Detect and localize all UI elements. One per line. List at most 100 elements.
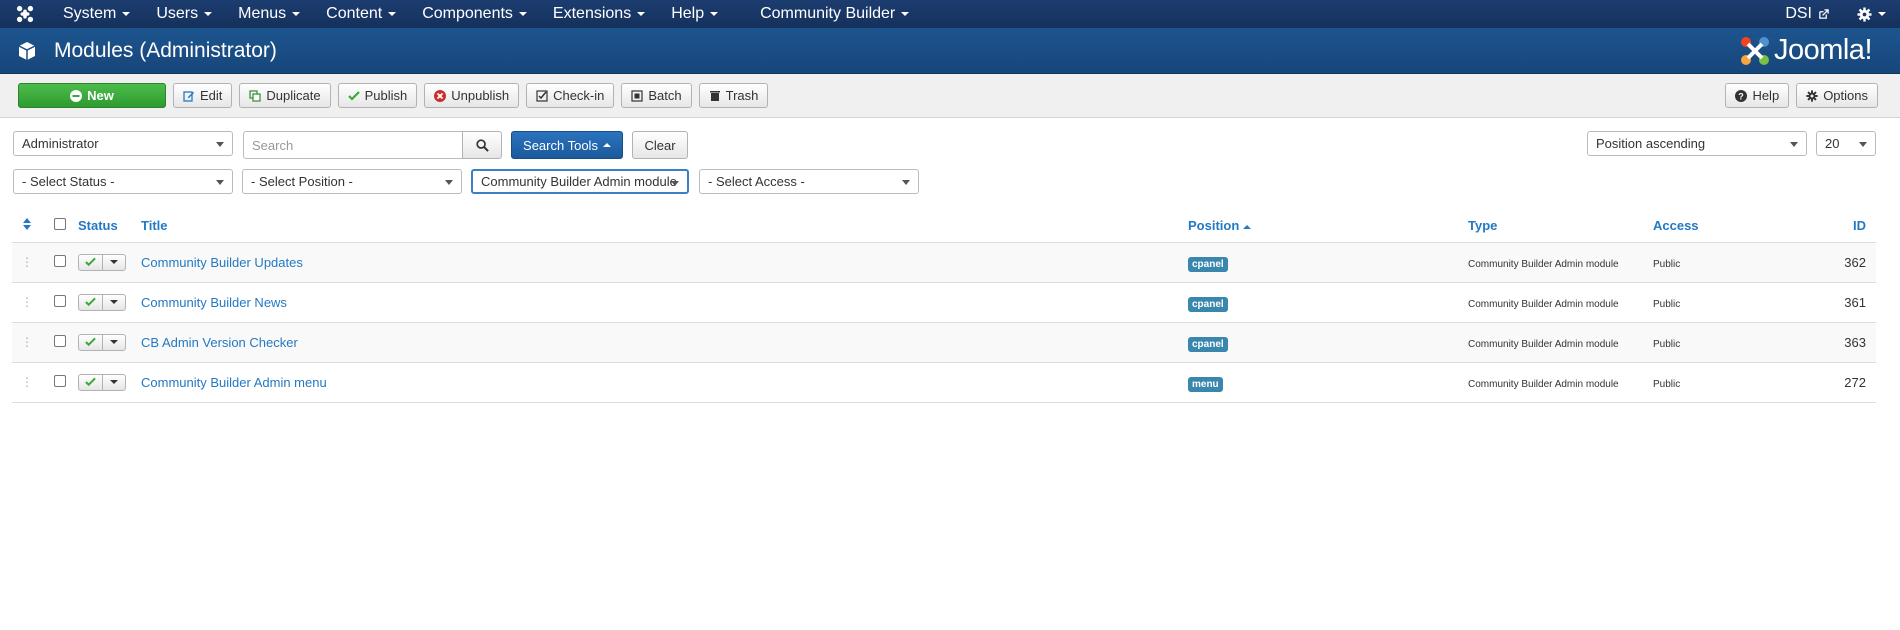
drag-handle-icon[interactable]: ⋮ <box>12 242 42 283</box>
limit-select[interactable]: 20 <box>1816 131 1876 156</box>
clear-button[interactable]: Clear <box>632 131 688 159</box>
help-button[interactable]: ? Help <box>1725 83 1790 108</box>
published-check-icon[interactable] <box>79 374 103 390</box>
menu-components-label: Components <box>422 5 513 22</box>
options-label: Options <box>1823 88 1868 103</box>
status-toggle[interactable] <box>78 253 126 271</box>
brand-text: Joomla! <box>1773 34 1873 66</box>
publish-label: Publish <box>364 88 408 103</box>
menu-users[interactable]: Users <box>143 0 225 28</box>
caret-down-icon <box>1878 12 1886 16</box>
ordering-header[interactable] <box>12 210 42 243</box>
limit-select-value: 20 <box>1825 136 1840 151</box>
status-cell <box>78 362 141 403</box>
module-access: Public <box>1653 258 1681 270</box>
trash-button[interactable]: Trash <box>698 83 769 108</box>
title-header-label: Title <box>141 218 168 234</box>
type-header[interactable]: Type <box>1468 210 1653 243</box>
options-button[interactable]: Options <box>1796 83 1878 108</box>
joomla-brand-icon <box>1740 36 1769 65</box>
published-check-icon[interactable] <box>79 294 103 310</box>
edit-icon <box>183 90 194 102</box>
menu-extensions[interactable]: Extensions <box>540 0 658 28</box>
table-row: ⋮ CB Admin Version Checker cpanel Commun… <box>12 322 1876 363</box>
module-type: Community Builder Admin module <box>1468 338 1619 350</box>
position-filter[interactable]: - Select Position - <box>242 169 462 194</box>
menu-community-builder[interactable]: Community Builder <box>747 0 922 28</box>
module-filter[interactable]: Community Builder Admin module <box>471 169 689 194</box>
caret-down-icon <box>292 12 301 16</box>
row-checkbox[interactable] <box>54 294 66 307</box>
title-header[interactable]: Title <box>141 210 1188 243</box>
module-type: Community Builder Admin module <box>1468 298 1619 310</box>
unpublish-button[interactable]: Unpublish <box>424 83 520 108</box>
row-checkbox[interactable] <box>54 334 66 347</box>
status-header-label: Status <box>78 218 118 234</box>
batch-button[interactable]: Batch <box>621 83 692 108</box>
caret-down-icon <box>204 12 213 16</box>
drag-handle-icon[interactable]: ⋮ <box>12 322 42 363</box>
ordering-select[interactable]: Position ascending <box>1587 131 1807 156</box>
user-link[interactable]: DSI <box>1771 0 1843 28</box>
sort-icon <box>23 218 31 231</box>
module-filter-value: Community Builder Admin module <box>481 174 677 189</box>
status-toggle[interactable] <box>78 333 126 351</box>
menu-menus[interactable]: Menus <box>225 0 313 28</box>
search-input[interactable]: Search <box>243 131 463 159</box>
search-button[interactable] <box>462 131 502 159</box>
drag-handle-icon[interactable]: ⋮ <box>12 282 42 323</box>
svg-text:?: ? <box>1739 91 1745 101</box>
search-tools-button[interactable]: Search Tools <box>511 131 623 159</box>
caret-down-icon <box>388 12 397 16</box>
module-title-link[interactable]: Community Builder Admin menu <box>141 375 327 390</box>
status-dropdown-toggle[interactable] <box>103 375 125 390</box>
client-select[interactable]: Administrator <box>13 131 233 156</box>
menu-content[interactable]: Content <box>313 0 409 28</box>
access-filter[interactable]: - Select Access - <box>699 169 919 194</box>
select-all-checkbox[interactable] <box>54 218 66 231</box>
status-cell <box>78 282 141 323</box>
drag-handle-icon[interactable]: ⋮ <box>12 362 42 403</box>
trash-icon <box>709 90 720 101</box>
edit-label: Edit <box>200 88 223 103</box>
module-id: 272 <box>1823 362 1876 403</box>
position-header[interactable]: Position <box>1188 210 1468 243</box>
new-button[interactable]: New <box>18 83 166 108</box>
module-title-link[interactable]: Community Builder News <box>141 295 287 310</box>
caret-down-icon <box>518 12 527 16</box>
user-name: DSI <box>1785 5 1812 22</box>
status-filter[interactable]: - Select Status - <box>13 169 233 194</box>
status-header[interactable]: Status <box>78 210 141 243</box>
filter-bar: Administrator Search Search Tools Clear … <box>0 118 1900 210</box>
status-dropdown-toggle[interactable] <box>103 335 125 350</box>
joomla-logo-icon[interactable] <box>0 0 50 28</box>
status-dropdown-toggle[interactable] <box>103 255 125 270</box>
menu-community-builder-label: Community Builder <box>760 5 896 22</box>
page-header: Modules (Administrator) Joomla! <box>0 28 1900 74</box>
menu-system[interactable]: System <box>50 0 143 28</box>
status-toggle[interactable] <box>78 293 126 311</box>
menu-help[interactable]: Help <box>658 0 731 28</box>
row-checkbox[interactable] <box>54 254 66 267</box>
search-icon <box>475 138 489 152</box>
module-title-link[interactable]: CB Admin Version Checker <box>141 335 298 350</box>
position-header-label: Position <box>1188 218 1240 234</box>
row-select-cell <box>42 322 78 363</box>
access-header[interactable]: Access <box>1653 210 1823 243</box>
status-toggle[interactable] <box>78 373 126 391</box>
id-header[interactable]: ID <box>1823 210 1876 243</box>
duplicate-button[interactable]: Duplicate <box>239 83 331 108</box>
batch-label: Batch <box>648 88 682 103</box>
published-check-icon[interactable] <box>79 254 103 270</box>
status-dropdown-toggle[interactable] <box>103 295 125 310</box>
row-checkbox[interactable] <box>54 374 66 387</box>
settings-menu[interactable] <box>1843 0 1900 28</box>
caret-down-icon <box>710 12 719 16</box>
module-title-link[interactable]: Community Builder Updates <box>141 255 303 270</box>
checkin-button[interactable]: Check-in <box>526 83 615 108</box>
published-check-icon[interactable] <box>79 334 103 350</box>
publish-button[interactable]: Publish <box>337 83 418 108</box>
menu-components[interactable]: Components <box>409 0 540 28</box>
batch-icon <box>631 89 643 102</box>
edit-button[interactable]: Edit <box>173 83 233 108</box>
